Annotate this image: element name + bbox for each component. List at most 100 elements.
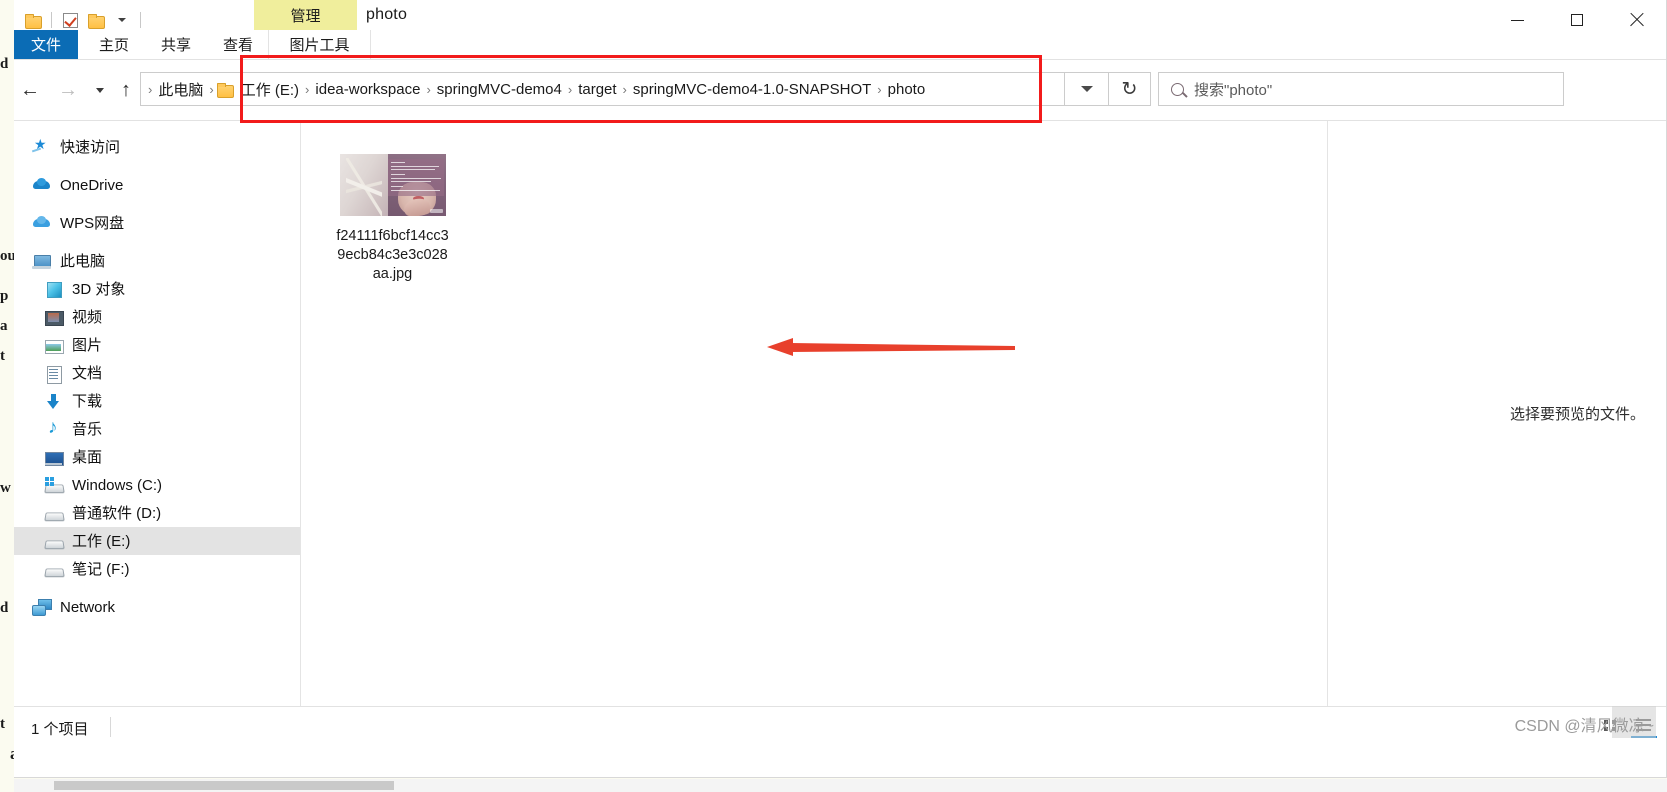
tab-home-label: 主页 [98, 37, 129, 54]
ribbon-tab-strip: 文件 主页 共享 查看 图片工具 ? [14, 30, 1666, 83]
pictures-icon [44, 336, 64, 355]
red-arrow-annotation [767, 338, 1015, 356]
folder-icon-address [216, 82, 234, 98]
sidebar-item-network[interactable]: Network [14, 593, 300, 621]
bg-fragment-6: d [0, 600, 9, 616]
navigation-row: ← → ↑ › 此电脑 › 工作 (E:) › idea-workspace ›… [14, 60, 1666, 120]
3d-objects-icon [44, 280, 63, 299]
image-thumbnail-icon [339, 154, 446, 216]
back-button[interactable]: ← [16, 76, 44, 104]
breadcrumb-item-3[interactable]: springMVC-demo4 [432, 81, 567, 98]
tab-file[interactable]: 文件 [14, 30, 78, 59]
status-divider [110, 717, 111, 737]
search-icon [1171, 82, 1184, 96]
sidebar-item-label: 笔记 (F:) [72, 560, 130, 578]
sidebar-item-label: 图片 [72, 336, 103, 354]
sidebar-item-desktop[interactable]: 桌面 [14, 443, 300, 471]
pin-star-icon [32, 136, 51, 157]
this-pc-icon [32, 252, 51, 271]
recent-locations-caret-icon [96, 87, 104, 93]
tab-view[interactable]: 查看 [210, 30, 266, 59]
preview-pane: 选择要预览的文件。 [1327, 121, 1666, 706]
sidebar-item-onedrive[interactable]: OneDrive [14, 171, 300, 199]
scrollbar-thumb[interactable] [54, 781, 394, 790]
sidebar-item-drive-e[interactable]: 工作 (E:) [14, 527, 300, 555]
file-item[interactable]: f24111f6bcf14cc39ecb84c3e3c028aa.jpg [330, 153, 455, 284]
main-body: 快速访问 OneDrive WPS网盘 此电脑 3D 对象 [14, 121, 1666, 706]
csdn-watermark: CSDN @清风微凉~ [1514, 718, 1654, 735]
bg-fragment-2: p [0, 288, 9, 304]
sidebar-item-3d-objects[interactable]: 3D 对象 [14, 275, 300, 303]
tab-home[interactable]: 主页 [86, 30, 142, 59]
sidebar-item-wps-cloud[interactable]: WPS网盘 [14, 209, 300, 237]
sidebar-item-label: 视频 [72, 308, 103, 326]
downloads-icon [44, 392, 63, 411]
drive-icon [44, 532, 63, 551]
network-icon [32, 598, 52, 617]
forward-arrow-icon: → [58, 79, 78, 101]
sidebar-item-downloads[interactable]: 下载 [14, 387, 300, 415]
wps-cloud-icon [32, 214, 51, 233]
refresh-icon: ↻ [1121, 78, 1138, 100]
tab-share-label: 共享 [160, 37, 191, 54]
sidebar-item-videos[interactable]: 视频 [14, 303, 300, 331]
onedrive-cloud-icon [32, 176, 51, 195]
breadcrumb-item-4[interactable]: target [573, 81, 621, 98]
sidebar-item-label: 工作 (E:) [72, 532, 131, 550]
breadcrumb-item-5[interactable]: springMVC-demo4-1.0-SNAPSHOT [628, 81, 876, 98]
breadcrumb-item-6[interactable]: photo [883, 81, 931, 98]
explorer-window: 管理 photo 文件 主页 共享 查看 图片工具 ← → ↑ › 此电脑 › … [14, 0, 1667, 778]
up-arrow-icon: ↑ [121, 79, 131, 101]
sidebar-item-drive-f[interactable]: 笔记 (F:) [14, 555, 300, 583]
desktop-icon [44, 448, 64, 467]
breadcrumb-item-2[interactable]: idea-workspace [310, 81, 425, 98]
address-dropdown-button[interactable] [1065, 72, 1109, 106]
videos-icon [44, 308, 64, 327]
sidebar-item-documents[interactable]: 文档 [14, 359, 300, 387]
tab-picture-tools[interactable]: 图片工具 [268, 30, 371, 59]
sidebar-item-pictures[interactable]: 图片 [14, 331, 300, 359]
tab-manage-label: 管理 [290, 7, 321, 25]
sidebar-item-this-pc[interactable]: 此电脑 [14, 247, 300, 275]
sidebar-item-windows-c[interactable]: Windows (C:) [14, 471, 300, 499]
bg-fragment-4: t [0, 348, 5, 364]
sidebar-item-label: WPS网盘 [60, 214, 125, 232]
windows-drive-icon [44, 476, 63, 495]
chevron-down-icon-address [1080, 86, 1093, 92]
bg-fragment-0: d [0, 56, 9, 72]
drive-icon [44, 560, 63, 579]
search-input[interactable]: 搜索"photo" [1158, 72, 1564, 106]
recent-locations-button[interactable] [86, 76, 114, 104]
sidebar-item-quick-access[interactable]: 快速访问 [14, 133, 300, 161]
breadcrumb-separator-0: › [209, 81, 214, 97]
tab-manage[interactable]: 管理 [254, 0, 357, 30]
sidebar-item-label: 快速访问 [60, 138, 121, 156]
sidebar-item-label: 下载 [72, 392, 103, 410]
navigation-pane: 快速访问 OneDrive WPS网盘 此电脑 3D 对象 [14, 121, 301, 706]
file-thumbnail [339, 153, 447, 217]
background-horizontal-scrollbar[interactable] [14, 779, 1667, 792]
file-list-pane[interactable]: f24111f6bcf14cc39ecb84c3e3c028aa.jpg [302, 121, 1327, 706]
tab-share[interactable]: 共享 [148, 30, 204, 59]
refresh-button[interactable]: ↻ [1109, 72, 1151, 106]
sidebar-item-music[interactable]: 音乐 [14, 415, 300, 443]
sidebar-item-drive-d[interactable]: 普通软件 (D:) [14, 499, 300, 527]
bg-fragment-3: a [0, 318, 8, 334]
breadcrumb-item-0[interactable]: 此电脑 [153, 79, 208, 100]
bg-fragment-7: t [0, 716, 5, 732]
sidebar-item-label: 此电脑 [60, 252, 106, 270]
bg-fragment-5: w [0, 480, 11, 496]
tab-file-label: 文件 [30, 37, 61, 54]
sidebar-item-label: 3D 对象 [72, 280, 126, 298]
status-bar: 1 个项目 [14, 706, 1666, 746]
up-button[interactable]: ↑ [112, 76, 140, 104]
address-bar[interactable]: › 此电脑 › 工作 (E:) › idea-workspace › sprin… [140, 72, 1065, 106]
documents-icon [44, 364, 63, 384]
tab-view-label: 查看 [222, 37, 253, 54]
sidebar-item-label: 普通软件 (D:) [72, 504, 162, 522]
screen-root: d ou p a t w d t archiver 管理 photo [0, 0, 1667, 792]
forward-button[interactable]: → [54, 76, 82, 104]
breadcrumb-item-1[interactable]: 工作 (E:) [236, 79, 304, 100]
toolbar-divider [51, 12, 52, 28]
background-page-left [0, 0, 14, 792]
